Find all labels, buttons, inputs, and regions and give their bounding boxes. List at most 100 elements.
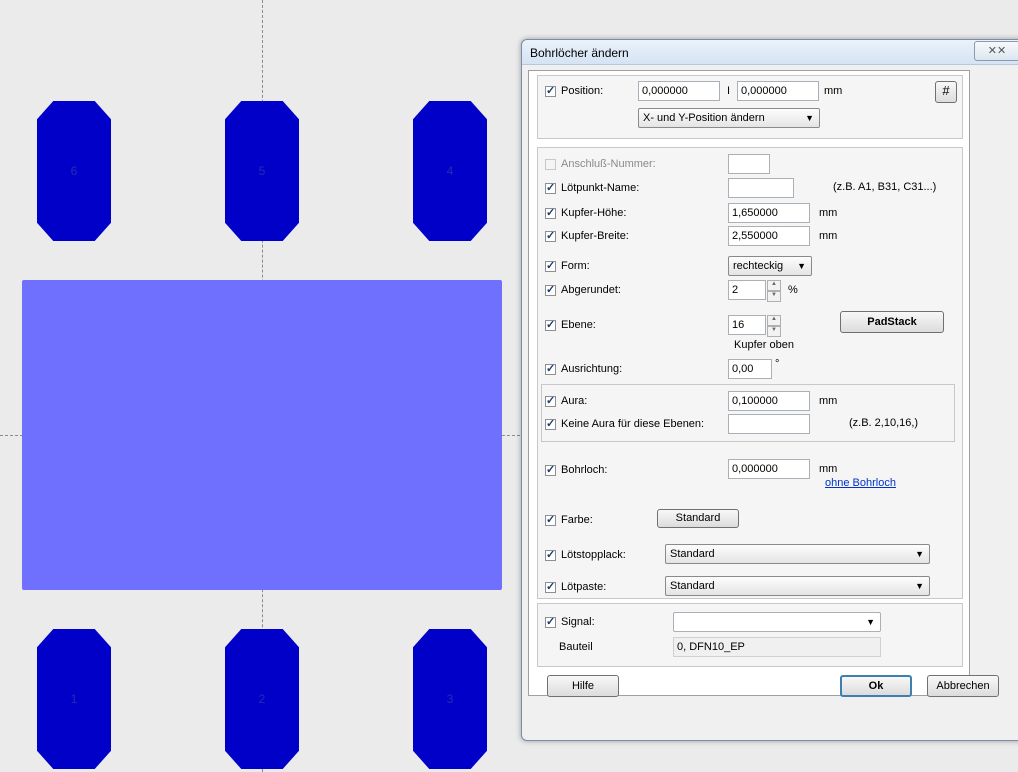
position-separator: I [727, 85, 731, 97]
anschluss-input[interactable] [728, 154, 770, 174]
kupfer-breite-unit: mm [819, 230, 838, 242]
grid-icon: # [942, 83, 950, 98]
pad-label: 1 [70, 692, 78, 706]
form-checkbox[interactable] [545, 259, 556, 272]
close-button[interactable]: ✕✕ [974, 41, 1018, 61]
pad-3[interactable]: 3 [413, 629, 487, 769]
chevron-down-icon: ▼ [866, 617, 875, 627]
position-y-input[interactable]: 0,000000 [737, 81, 819, 101]
loetstopplack-label: Lötstopplack: [561, 549, 626, 561]
pad-label: 6 [70, 164, 78, 178]
chevron-down-icon: ▼ [915, 581, 924, 591]
keine-aura-label: Keine Aura für diese Ebenen: [561, 418, 705, 430]
bohrloch-input[interactable]: 0,000000 [728, 459, 810, 479]
position-mode-dropdown[interactable]: X- und Y-Position ändern ▼ [638, 108, 820, 128]
dialog-title: Bohrlöcher ändern [530, 46, 629, 60]
aura-subgroup: Aura: 0,100000 mm Keine Aura für diese E… [541, 384, 955, 442]
position-checkbox[interactable] [545, 84, 556, 97]
ebene-sublabel: Kupfer oben [734, 339, 794, 351]
cancel-button[interactable]: Abbrechen [927, 675, 999, 697]
help-button[interactable]: Hilfe [547, 675, 619, 697]
keine-aura-input[interactable] [728, 414, 810, 434]
loetpaste-dropdown[interactable]: Standard ▼ [665, 576, 930, 596]
spin-up-icon[interactable]: ▲ [767, 280, 781, 291]
pad-4[interactable]: 4 [413, 101, 487, 241]
kupfer-hoehe-input[interactable]: 1,650000 [728, 203, 810, 223]
close-icon: ✕✕ [987, 45, 1007, 57]
spin-down-icon[interactable]: ▼ [767, 291, 781, 302]
ok-button[interactable]: Ok [840, 675, 912, 697]
abgerundet-checkbox[interactable] [545, 283, 556, 296]
kupfer-breite-label: Kupfer-Breite: [561, 230, 629, 242]
anschluss-label: Anschluß-Nummer: [561, 158, 656, 170]
signal-checkbox[interactable] [545, 615, 556, 628]
ebene-checkbox[interactable] [545, 318, 556, 331]
farbe-button[interactable]: Standard [657, 509, 739, 528]
form-value: rechteckig [733, 260, 784, 272]
signal-label: Signal: [561, 616, 595, 628]
ebene-label: Ebene: [561, 319, 596, 331]
chevron-down-icon: ▼ [797, 261, 806, 271]
pad-5[interactable]: 5 [225, 101, 299, 241]
position-unit: mm [824, 85, 843, 97]
padstack-button[interactable]: PadStack [840, 311, 944, 333]
kupfer-breite-input[interactable]: 2,550000 [728, 226, 810, 246]
signal-group: Signal: ▼ Bauteil 0, DFN10_EP [537, 603, 963, 667]
position-mode-value: X- und Y-Position ändern [643, 112, 765, 124]
position-x-input[interactable]: 0,000000 [638, 81, 720, 101]
position-label: Position: [561, 85, 604, 97]
kupfer-hoehe-unit: mm [819, 207, 838, 219]
loetstopplack-value: Standard [670, 548, 715, 560]
grid-button[interactable]: # [935, 81, 957, 103]
pad-label: 3 [446, 692, 454, 706]
keine-aura-hint: (z.B. 2,10,16,) [849, 417, 919, 429]
position-group: Position: 0,000000 I 0,000000 mm X- und … [537, 75, 963, 139]
signal-dropdown[interactable]: ▼ [673, 612, 881, 632]
bohrloch-label: Bohrloch: [561, 464, 608, 476]
pad-label: 2 [258, 692, 266, 706]
kupfer-breite-checkbox[interactable] [545, 229, 556, 242]
exposed-pad[interactable] [22, 280, 502, 590]
ausrichtung-input[interactable]: 0,00 [728, 359, 772, 379]
loetpaste-label: Lötpaste: [561, 581, 607, 593]
loetpaste-value: Standard [670, 580, 715, 592]
spin-down-icon[interactable]: ▼ [767, 326, 781, 337]
dialog-titlebar[interactable]: Bohrlöcher ändern ✕✕ [522, 40, 1018, 65]
properties-group: Anschluß-Nummer: Lötpunkt-Name: (z.B. A1… [537, 147, 963, 599]
dialog-client: Position: 0,000000 I 0,000000 mm X- und … [528, 70, 999, 697]
pad-6[interactable]: 6 [37, 101, 111, 241]
anschluss-checkbox[interactable] [545, 159, 556, 170]
aura-unit: mm [819, 395, 838, 407]
aura-input[interactable]: 0,100000 [728, 391, 810, 411]
kupfer-hoehe-checkbox[interactable] [545, 206, 556, 219]
ebene-input[interactable]: 16 [728, 315, 766, 335]
pad-1[interactable]: 1 [37, 629, 111, 769]
chevron-down-icon: ▼ [915, 549, 924, 559]
loetpunkt-label: Lötpunkt-Name: [561, 182, 640, 194]
ebene-spinner[interactable]: ▲ ▼ [767, 315, 781, 337]
farbe-checkbox[interactable] [545, 513, 556, 526]
aura-checkbox[interactable] [545, 394, 556, 407]
form-label: Form: [561, 260, 590, 272]
keine-aura-checkbox[interactable] [545, 417, 556, 430]
ausrichtung-unit: ° [775, 358, 780, 370]
ausrichtung-checkbox[interactable] [545, 362, 556, 375]
ausrichtung-label: Ausrichtung: [561, 363, 623, 375]
form-dropdown[interactable]: rechteckig ▼ [728, 256, 812, 276]
abgerundet-input[interactable]: 2 [728, 280, 766, 300]
loetpunkt-checkbox[interactable] [545, 181, 556, 194]
abgerundet-spinner[interactable]: ▲ ▼ [767, 280, 781, 302]
abgerundet-label: Abgerundet: [561, 284, 621, 296]
spin-up-icon[interactable]: ▲ [767, 315, 781, 326]
bohrloch-checkbox[interactable] [545, 463, 556, 476]
bauteil-value: 0, DFN10_EP [673, 637, 881, 657]
ohne-bohrloch-link[interactable]: ohne Bohrloch [825, 477, 896, 489]
loetpunkt-input[interactable] [728, 178, 794, 198]
bohrloch-unit: mm [819, 463, 838, 475]
loetpaste-checkbox[interactable] [545, 580, 556, 593]
loetstopplack-dropdown[interactable]: Standard ▼ [665, 544, 930, 564]
pad-2[interactable]: 2 [225, 629, 299, 769]
pad-label: 5 [258, 164, 266, 178]
bohrloecher-dialog: Bohrlöcher ändern ✕✕ Position: 0,000000 … [521, 39, 1018, 741]
loetstopplack-checkbox[interactable] [545, 548, 556, 561]
